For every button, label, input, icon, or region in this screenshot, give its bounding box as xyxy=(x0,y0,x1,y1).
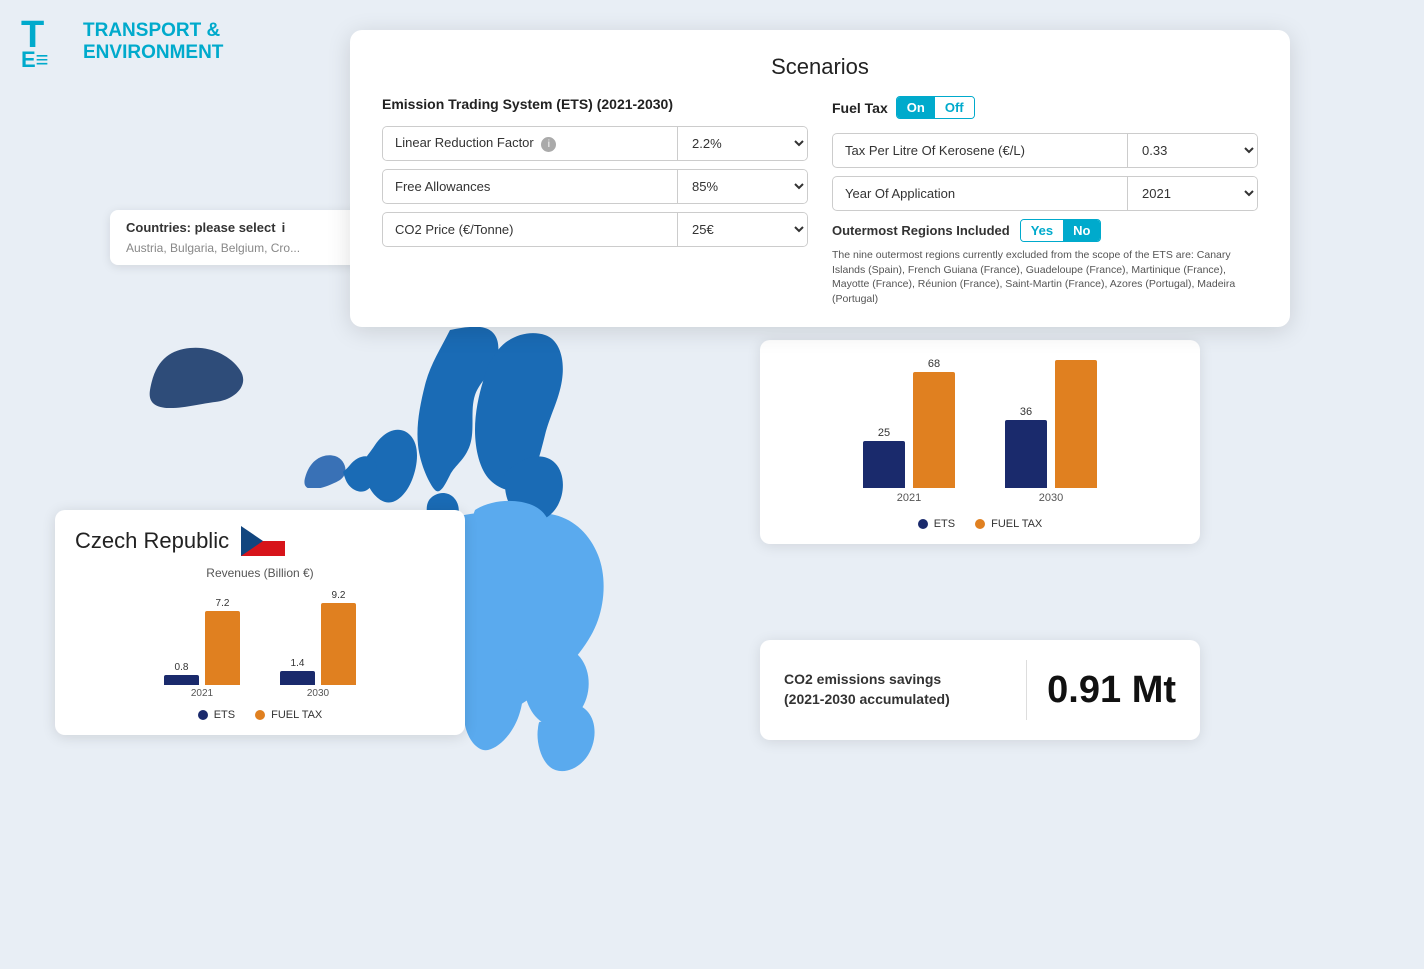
czech-header: Czech Republic xyxy=(75,526,445,556)
outermost-toggle[interactable]: Yes No xyxy=(1020,219,1102,242)
svg-text:E≡: E≡ xyxy=(21,47,49,69)
global-revenue-panel: 25 68 2021 36 xyxy=(760,340,1200,544)
czech-ets-2021-bar xyxy=(164,675,199,685)
global-ets-2030-label: 36 xyxy=(1020,406,1032,418)
global-year-2030: 2030 xyxy=(1039,492,1063,504)
outermost-label: Outermost Regions Included xyxy=(832,223,1010,238)
outermost-yes-button[interactable]: Yes xyxy=(1021,220,1063,241)
countries-value: Austria, Bulgaria, Belgium, Cro... xyxy=(126,241,374,255)
year-of-application-row: Year Of Application 2021 xyxy=(832,176,1258,211)
fuel-tax-toggle[interactable]: On Off xyxy=(896,96,975,119)
global-fueltax-legend: FUEL TAX xyxy=(975,518,1042,530)
fuel-tax-label: Fuel Tax xyxy=(832,100,888,116)
czech-fueltax-2021-label: 7.2 xyxy=(216,598,230,609)
year-of-application-label: Year Of Application xyxy=(833,178,1127,209)
te-logo-icon: T E≡ xyxy=(19,15,73,69)
czech-chart: Revenues (Billion €) 0.8 7.2 2021 xyxy=(75,566,445,721)
czech-ets-2030-label: 1.4 xyxy=(291,658,305,669)
year-of-application-select[interactable]: 2021 xyxy=(1127,177,1257,210)
global-chart-legend: ETS FUEL TAX xyxy=(780,518,1180,530)
outermost-no-button[interactable]: No xyxy=(1063,220,1100,241)
logo: T E≡ TRANSPORT & ENVIRONMENT xyxy=(19,15,223,69)
czech-fueltax-2021-bar xyxy=(205,611,240,685)
czech-year-2021: 2021 xyxy=(191,688,213,699)
ets-subtitle: Emission Trading System (ETS) (2021-2030… xyxy=(382,96,808,112)
free-allowances-row: Free Allowances 85% xyxy=(382,169,808,204)
czech-legend: ETS FUEL TAX xyxy=(75,709,445,721)
global-fueltax-2030-bar xyxy=(1055,360,1097,488)
tax-per-litre-row: Tax Per Litre Of Kerosene (€/L) 0.33 xyxy=(832,133,1258,168)
free-allowances-select[interactable]: 85% xyxy=(677,170,807,203)
czech-fueltax-legend: FUEL TAX xyxy=(255,709,322,721)
countries-label: Countries: please select i xyxy=(126,220,374,235)
outermost-note: The nine outermost regions currently exc… xyxy=(832,248,1258,307)
czech-fueltax-2030-bar xyxy=(321,603,356,685)
co2-price-label: CO2 Price (€/Tonne) xyxy=(383,214,677,245)
fuel-tax-off-button[interactable]: Off xyxy=(935,97,974,118)
global-ets-2021-label: 25 xyxy=(878,427,890,439)
scenarios-title: Scenarios xyxy=(382,54,1258,80)
scenarios-panel: Scenarios Emission Trading System (ETS) … xyxy=(350,30,1290,327)
countries-panel: Countries: please select i Austria, Bulg… xyxy=(110,210,390,265)
czech-ets-2030-bar xyxy=(280,671,315,685)
co2-savings-panel: CO2 emissions savings(2021-2030 accumula… xyxy=(760,640,1200,740)
czech-ets-2021-label: 0.8 xyxy=(175,662,189,673)
global-year-2021: 2021 xyxy=(897,492,921,504)
czech-flag xyxy=(241,526,285,556)
czech-panel: Czech Republic Revenues (Billion €) 0.8 xyxy=(55,510,465,735)
co2-savings-label: CO2 emissions savings(2021-2030 accumula… xyxy=(784,670,1006,709)
global-ets-legend: ETS xyxy=(918,518,955,530)
co2-divider xyxy=(1026,660,1027,720)
co2-savings-value: 0.91 Mt xyxy=(1047,669,1176,712)
czech-country-name: Czech Republic xyxy=(75,528,229,554)
czech-ets-legend: ETS xyxy=(198,709,235,721)
linear-reduction-label: Linear Reduction Factor i xyxy=(383,127,677,160)
tax-per-litre-label: Tax Per Litre Of Kerosene (€/L) xyxy=(833,135,1127,166)
czech-year-2030: 2030 xyxy=(307,688,329,699)
global-ets-2030-bar xyxy=(1005,420,1047,488)
fuel-tax-on-button[interactable]: On xyxy=(897,97,935,118)
global-ets-2021-bar xyxy=(863,441,905,488)
global-fueltax-2021-label: 68 xyxy=(928,358,940,370)
linear-reduction-select[interactable]: 2.2% xyxy=(677,127,807,160)
czech-fueltax-2030-label: 9.2 xyxy=(332,590,346,601)
co2-price-select[interactable]: 25€ xyxy=(677,213,807,246)
tax-per-litre-select[interactable]: 0.33 xyxy=(1127,134,1257,167)
linear-reduction-info-icon[interactable]: i xyxy=(541,137,556,152)
co2-price-row: CO2 Price (€/Tonne) 25€ xyxy=(382,212,808,247)
linear-reduction-row: Linear Reduction Factor i 2.2% xyxy=(382,126,808,161)
logo-text: TRANSPORT & ENVIRONMENT xyxy=(83,20,223,64)
free-allowances-label: Free Allowances xyxy=(383,171,677,202)
czech-chart-title: Revenues (Billion €) xyxy=(75,566,445,580)
global-fueltax-2021-bar xyxy=(913,372,955,488)
countries-info-icon[interactable]: i xyxy=(282,220,286,235)
